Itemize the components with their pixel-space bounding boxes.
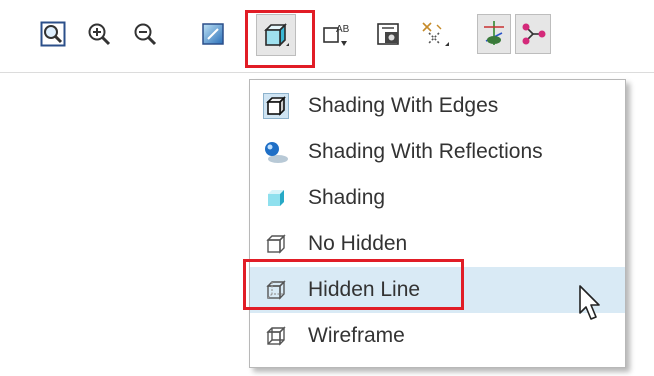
saved-orientations-button[interactable] (373, 14, 405, 54)
menu-item-label: Shading With Edges (308, 94, 499, 117)
spin-center-button[interactable] (477, 14, 511, 54)
repaint-icon (201, 22, 225, 46)
view-manager-icon (518, 19, 548, 49)
menu-item-label: Shading (308, 186, 386, 209)
shading-icon (263, 185, 289, 211)
display-style-menu: Shading With Edges Shading With Reflecti… (249, 79, 626, 368)
hidden-line-highlight (243, 259, 464, 310)
menu-item-shading-with-reflections[interactable]: Shading With Reflections (250, 129, 625, 175)
toolbar-divider (0, 72, 654, 73)
refit-button[interactable] (37, 14, 69, 54)
menu-item-label: No Hidden (308, 232, 408, 255)
svg-text:AB: AB (336, 24, 350, 35)
mouse-pointer-icon (579, 285, 603, 328)
annotation-display-button[interactable]: AB (321, 14, 353, 54)
no-hidden-icon (263, 231, 289, 257)
display-style-highlight (245, 10, 315, 68)
menu-item-shading-with-edges[interactable]: Shading With Edges (250, 83, 625, 129)
zoom-in-icon (86, 21, 112, 47)
zoom-out-button[interactable] (129, 14, 161, 54)
wireframe-icon (263, 323, 289, 349)
menu-item-shading[interactable]: Shading (250, 175, 625, 221)
datum-display-button[interactable] (415, 14, 455, 54)
repaint-button[interactable] (197, 14, 229, 54)
annotation-display-icon: AB (322, 20, 352, 48)
zoom-out-icon (132, 21, 158, 47)
menu-item-label: Shading With Reflections (308, 140, 543, 163)
shading-with-reflections-icon (263, 139, 289, 165)
menu-item-wireframe[interactable]: Wireframe (250, 313, 625, 359)
menu-item-label: Wireframe (308, 324, 405, 347)
view-manager-button[interactable] (515, 14, 551, 54)
refit-icon (40, 21, 66, 47)
shading-with-edges-icon (263, 93, 289, 119)
datum-display-icon (417, 19, 453, 49)
spin-center-icon (480, 19, 508, 49)
zoom-in-button[interactable] (83, 14, 115, 54)
saved-orientations-icon (375, 20, 403, 48)
